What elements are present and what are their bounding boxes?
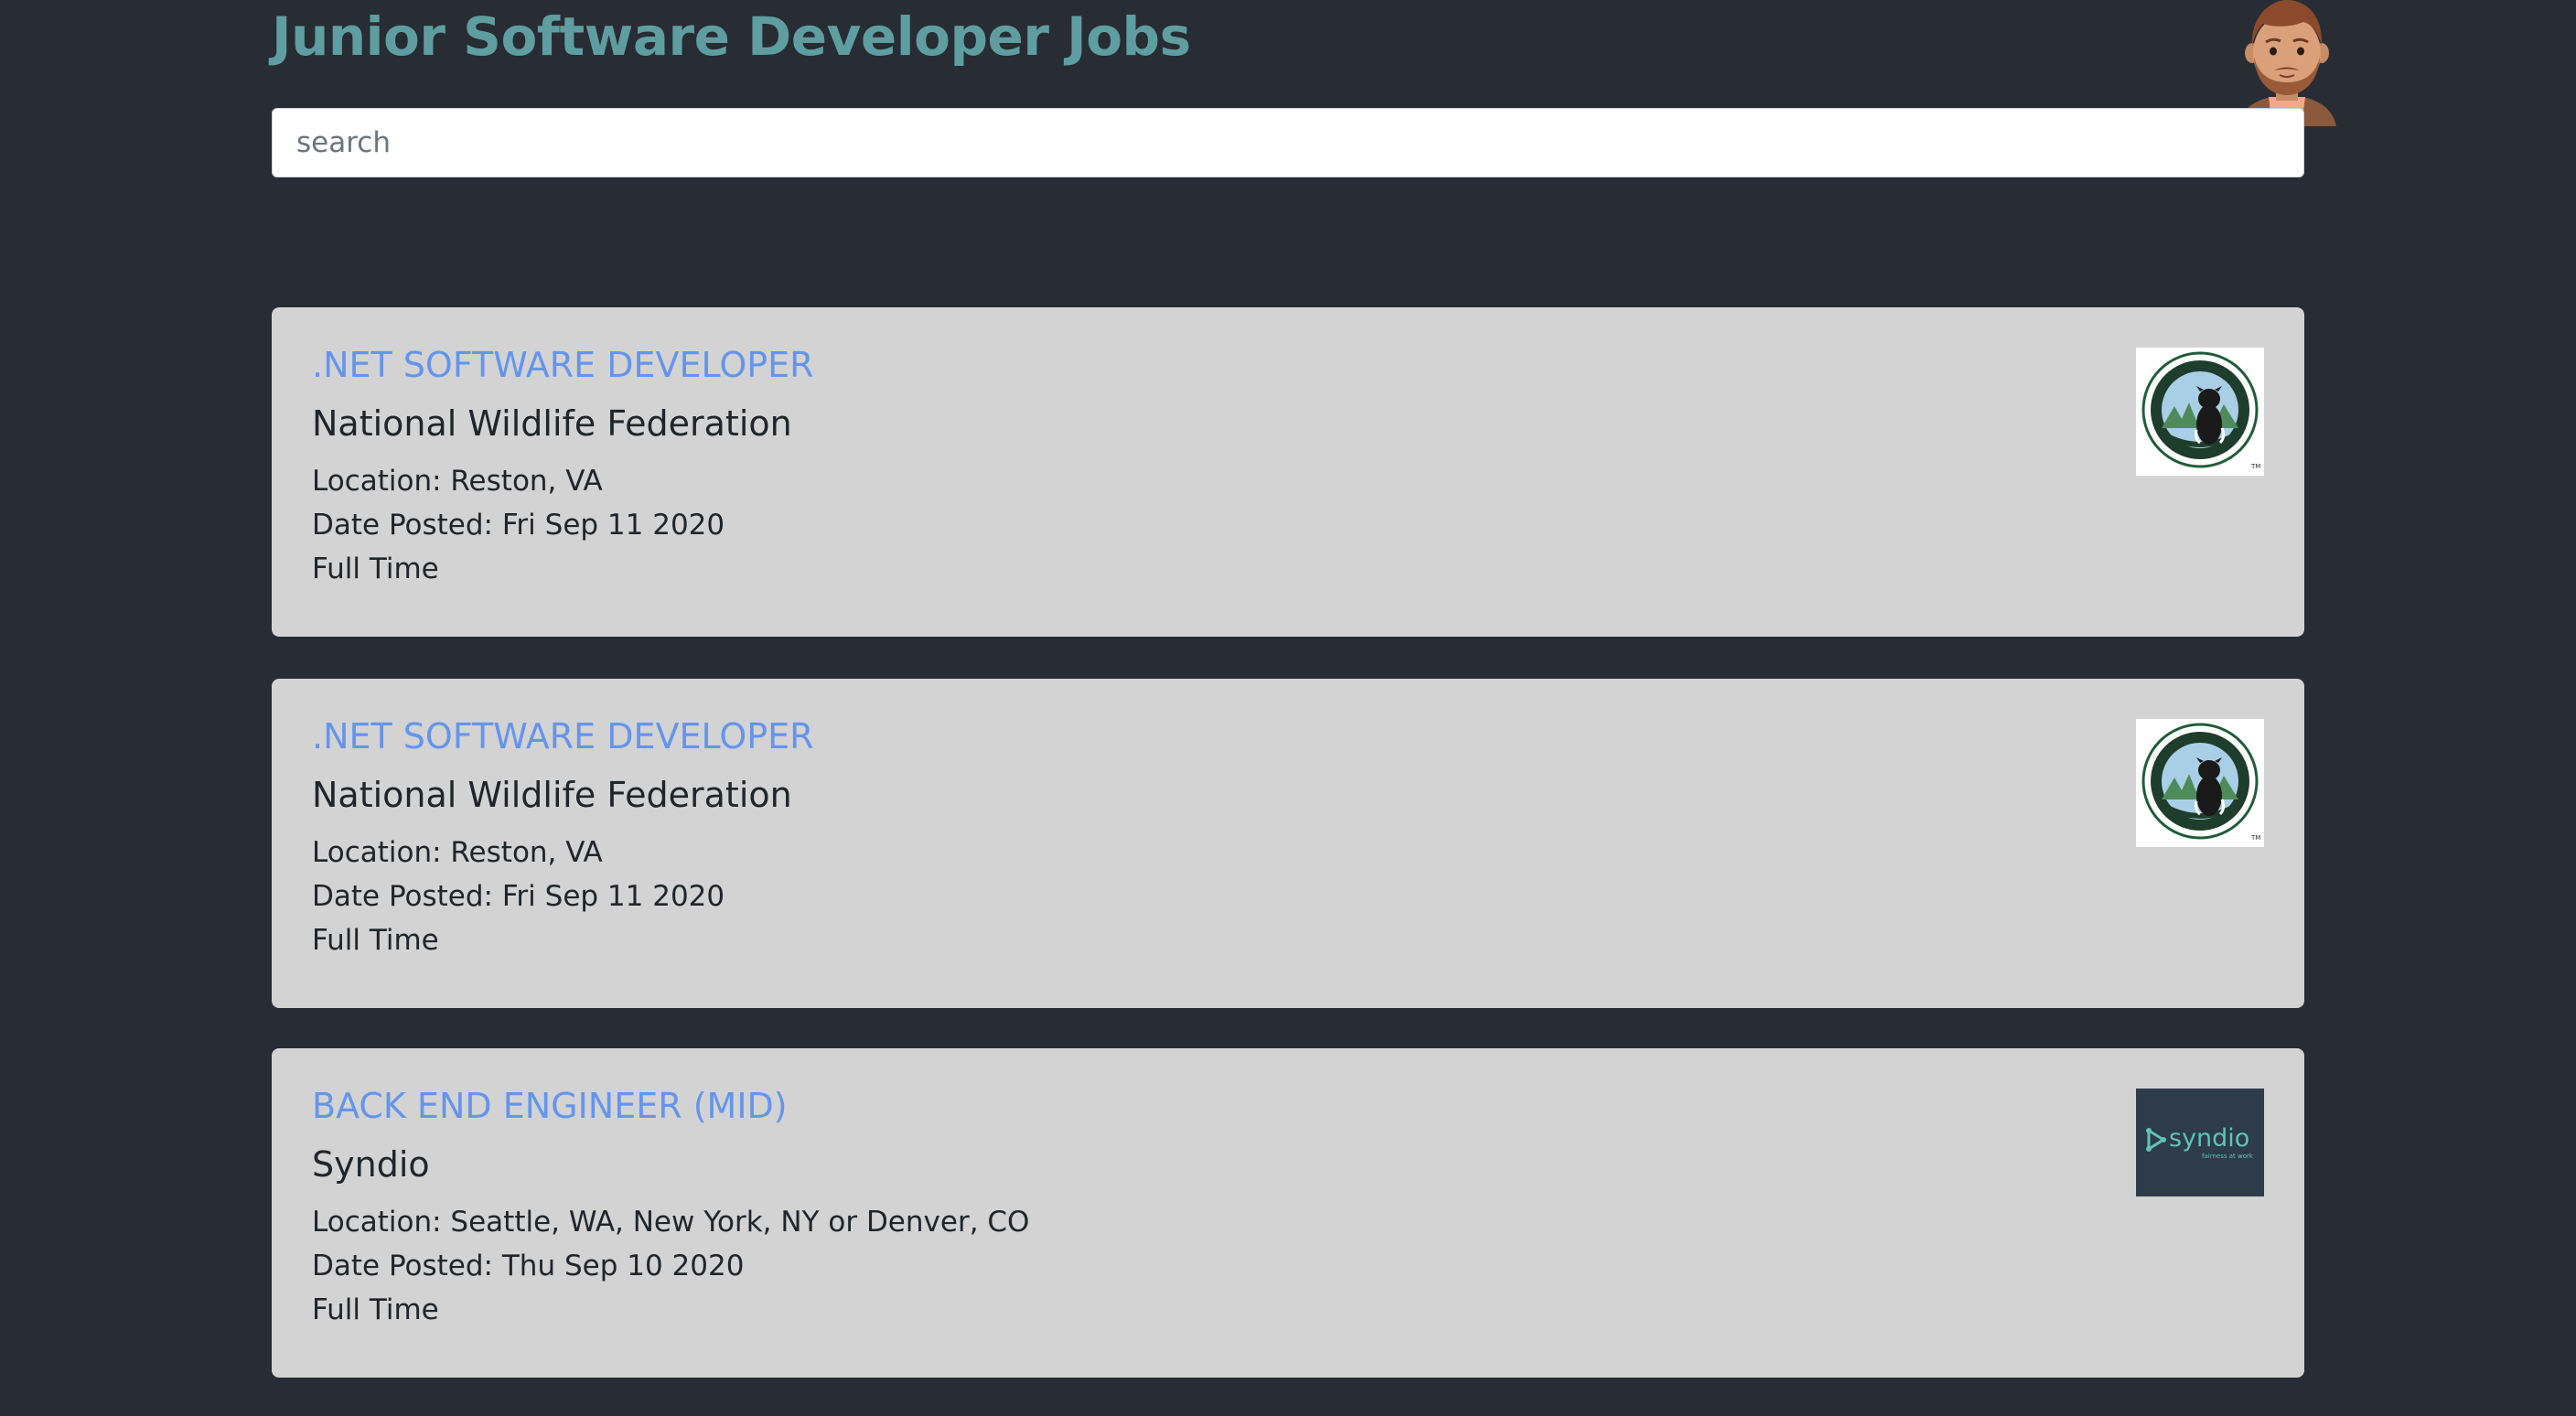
job-location: Location: Reston, VA [312, 836, 603, 869]
job-title-link[interactable]: .NET SOFTWARE DEVELOPER [312, 713, 2264, 759]
page-title: Junior Software Developer Jobs [272, 5, 1191, 68]
national-wildlife-federation-logo: TM [2136, 719, 2264, 847]
job-date-posted: Date Posted: Fri Sep 11 2020 [312, 880, 725, 913]
job-type: Full Time [312, 924, 439, 957]
syndio-logo: syndio fairness at work [2136, 1089, 2264, 1196]
job-card: .NET SOFTWARE DEVELOPER National Wildlif… [272, 307, 2304, 637]
svg-text:TM: TM [2250, 463, 2260, 470]
job-type: Full Time [312, 1293, 439, 1326]
job-type: Full Time [312, 552, 439, 585]
company-name: National Wildlife Federation [312, 403, 792, 444]
search-input[interactable] [272, 108, 2304, 177]
national-wildlife-federation-logo: TM [2136, 348, 2264, 476]
job-date-posted: Date Posted: Fri Sep 11 2020 [312, 509, 725, 542]
svg-text:TM: TM [2250, 834, 2260, 842]
company-name: National Wildlife Federation [312, 775, 792, 815]
job-card: .NET SOFTWARE DEVELOPER National Wildlif… [272, 679, 2304, 1008]
job-title-link[interactable]: .NET SOFTWARE DEVELOPER [312, 342, 2264, 388]
job-location: Location: Seattle, WA, New York, NY or D… [312, 1206, 1030, 1239]
page: Junior Software Developer Jobs .NET SOFT… [0, 0, 2576, 1416]
job-location: Location: Reston, VA [312, 465, 603, 498]
job-title-link[interactable]: BACK END ENGINEER (MID) [312, 1083, 2264, 1129]
job-card: BACK END ENGINEER (MID) Syndio Location:… [272, 1048, 2304, 1378]
company-name: Syndio [312, 1144, 430, 1185]
svg-text:syndio: syndio [2169, 1124, 2249, 1153]
svg-text:fairness at work: fairness at work [2202, 1153, 2254, 1160]
job-date-posted: Date Posted: Thu Sep 10 2020 [312, 1250, 745, 1282]
